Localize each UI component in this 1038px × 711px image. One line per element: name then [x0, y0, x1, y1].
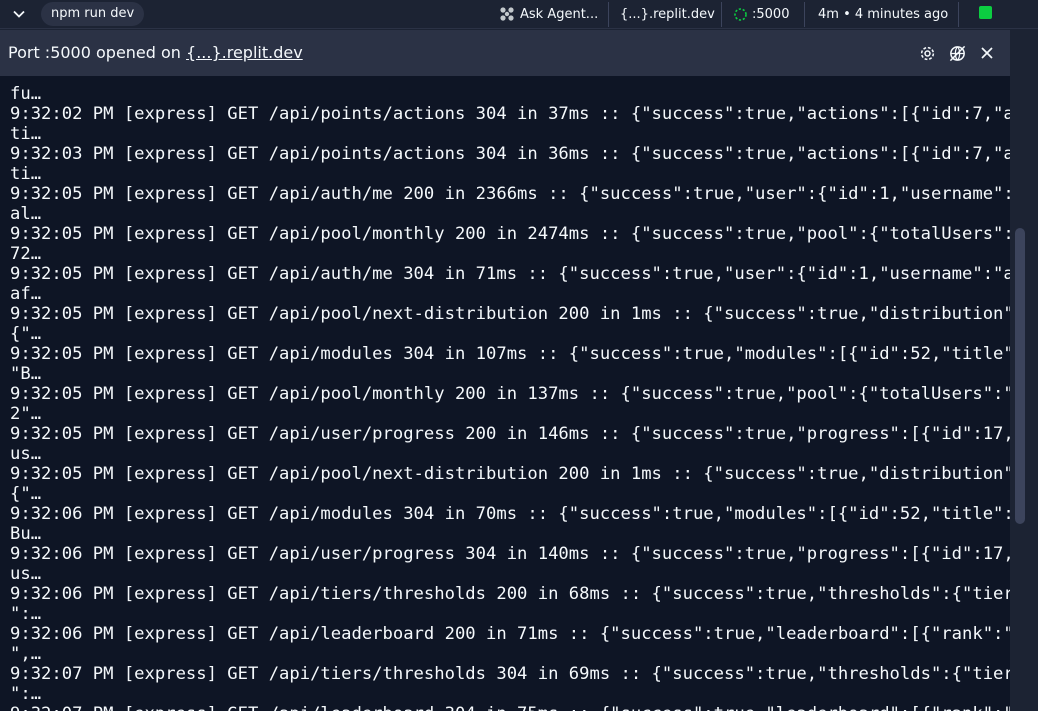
ask-agent-button[interactable]: Ask Agent... [499, 0, 598, 28]
console-line: 9:32:06 PM [express] GET /api/user/progr… [10, 544, 1010, 564]
domain-link[interactable]: {...}.replit.dev [620, 0, 715, 28]
console-output[interactable]: fu… 9:32:02 PM [express] GET /api/points/… [0, 76, 1010, 711]
console-line: {"… [10, 484, 42, 504]
console-line: ti… [10, 124, 42, 144]
settings-button[interactable] [917, 43, 937, 63]
console-line: 9:32:05 PM [express] GET /api/pool/next-… [10, 304, 1010, 324]
console-line: af… [10, 284, 42, 304]
port-notice: Port :5000 opened on {...}.replit.dev [8, 43, 303, 62]
webview-header: Port :5000 opened on {...}.replit.dev [0, 30, 1010, 76]
collapse-button[interactable] [8, 4, 30, 24]
console-line: 9:32:05 PM [express] GET /api/pool/month… [10, 224, 1010, 244]
scrollbar-thumb[interactable] [1015, 228, 1025, 524]
console-line: us… [10, 564, 42, 584]
console-line: 9:32:02 PM [express] GET /api/points/act… [10, 104, 1010, 124]
hide-preview-icon [949, 45, 965, 61]
agent-icon [500, 7, 514, 21]
console-line: 72… [10, 244, 42, 264]
port-status-icon [734, 7, 747, 21]
port-notice-link[interactable]: {...}.replit.dev [186, 43, 303, 62]
divider [804, 2, 805, 27]
console-line: ":… [10, 604, 42, 624]
console-line: {"… [10, 324, 42, 344]
settings-icon [920, 46, 934, 60]
run-time-label: 4m • 4 minutes ago [818, 6, 949, 22]
stop-icon[interactable] [979, 6, 992, 19]
port-label: :5000 [752, 6, 790, 22]
console-line: "B… [10, 364, 42, 384]
chevron-down-icon [13, 10, 25, 18]
console-line: al… [10, 204, 42, 224]
divider [721, 2, 722, 27]
close-button[interactable] [977, 43, 997, 63]
console-line: ti… [10, 164, 42, 184]
console-line: 2"… [10, 404, 42, 424]
console-line: ":… [10, 684, 42, 704]
console-line: 9:32:05 PM [express] GET /api/pool/month… [10, 384, 1010, 404]
console-line: 9:32:03 PM [express] GET /api/points/act… [10, 144, 1010, 164]
console-line: Bu… [10, 524, 42, 544]
console-line: 9:32:05 PM [express] GET /api/pool/next-… [10, 464, 1010, 484]
console-line: 9:32:05 PM [express] GET /api/user/progr… [10, 424, 1010, 444]
close-icon [981, 47, 993, 59]
domain-label: {...}.replit.dev [620, 6, 715, 22]
console-line: 9:32:07 PM [express] GET /api/leaderboar… [10, 704, 1010, 711]
console-line: fu… [10, 84, 42, 104]
console-line: 9:32:06 PM [express] GET /api/modules 30… [10, 504, 1010, 524]
top-bar: npm run dev Ask Agent... {...}.replit.de… [0, 0, 1038, 29]
console-line: 9:32:06 PM [express] GET /api/leaderboar… [10, 624, 1010, 644]
console-line: us… [10, 444, 42, 464]
port-button[interactable]: :5000 [733, 0, 789, 28]
hide-preview-button[interactable] [947, 43, 967, 63]
ask-agent-label: Ask Agent... [520, 6, 599, 22]
console-line: 9:32:06 PM [express] GET /api/tiers/thre… [10, 584, 1010, 604]
port-notice-text: Port :5000 opened on [8, 43, 187, 62]
run-command-pill[interactable]: npm run dev [41, 2, 145, 26]
divider [958, 2, 959, 27]
divider [608, 2, 609, 27]
console-lines: fu… 9:32:02 PM [express] GET /api/points/… [10, 84, 1010, 711]
console-line: 9:32:05 PM [express] GET /api/auth/me 20… [10, 184, 1010, 204]
console-line: ",… [10, 644, 42, 664]
console-line: 9:32:07 PM [express] GET /api/tiers/thre… [10, 664, 1010, 684]
run-time: 4m • 4 minutes ago [818, 0, 948, 28]
console-line: 9:32:05 PM [express] GET /api/auth/me 30… [10, 264, 1010, 284]
console-line: 9:32:05 PM [express] GET /api/modules 30… [10, 344, 1010, 364]
